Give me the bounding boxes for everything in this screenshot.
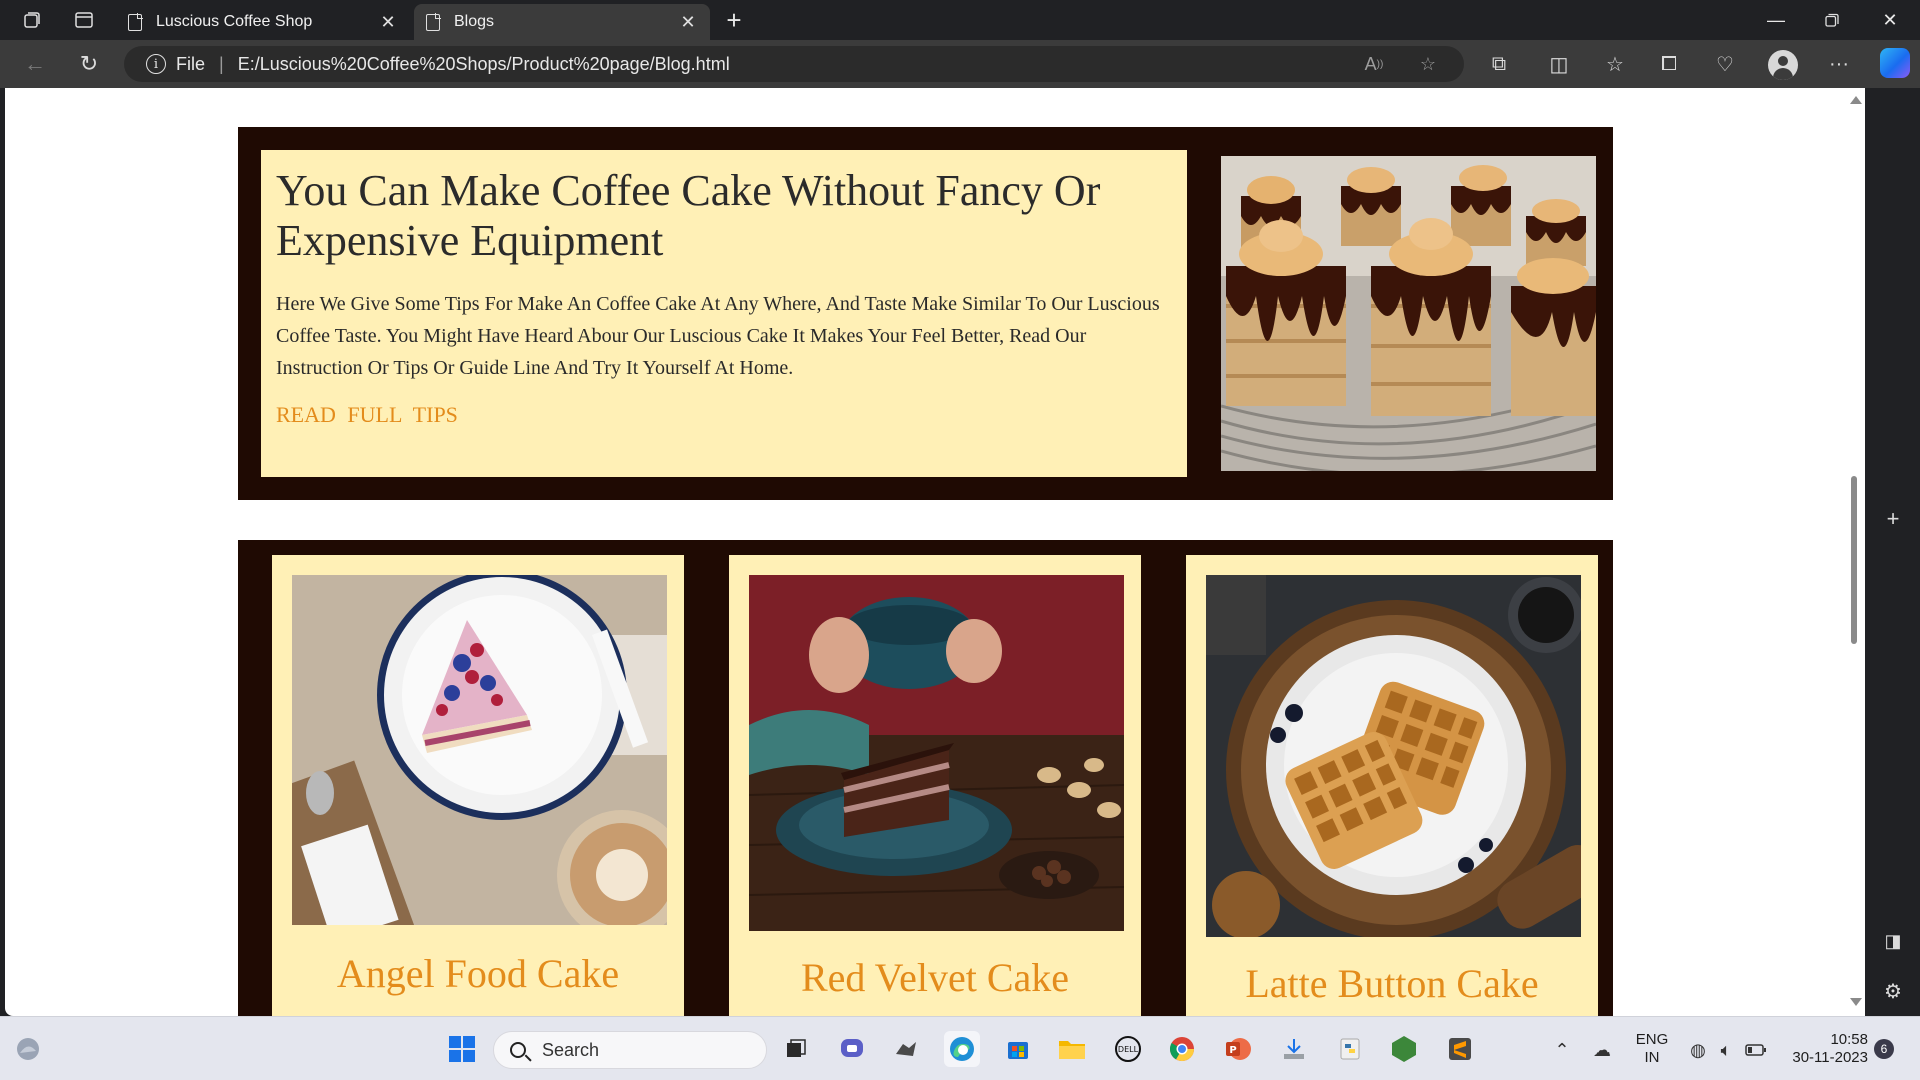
start-menu-icon[interactable]: [444, 1031, 480, 1067]
card-title[interactable]: Latte Button Cake: [1186, 960, 1598, 1007]
navigation-bar: ← ↻ i File | E:/Luscious%20Coffee%20Shop…: [0, 40, 1920, 88]
region-code: IN: [1644, 1049, 1660, 1066]
card-title[interactable]: Red Velvet Cake: [729, 954, 1141, 1001]
vertical-tabs-icon[interactable]: [72, 8, 96, 32]
refresh-icon[interactable]: ↻: [74, 50, 104, 78]
url-text[interactable]: E:/Luscious%20Coffee%20Shops/Product%20p…: [238, 54, 730, 75]
language-code: ENG: [1635, 1031, 1669, 1048]
add-sidebar-app-icon[interactable]: +: [1880, 506, 1906, 532]
clock-date: 30-11-2023: [1792, 1049, 1868, 1066]
blog-card-red-velvet-cake[interactable]: Red Velvet Cake: [729, 555, 1141, 1016]
favorite-star-icon[interactable]: ☆: [1414, 52, 1442, 76]
language-indicator[interactable]: ENG IN: [1630, 1031, 1674, 1067]
page-viewport: You Can Make Coffee Cake Without Fancy O…: [5, 88, 1865, 1016]
browser-essentials-icon[interactable]: ♡: [1710, 50, 1740, 78]
tab-title: Luscious Coffee Shop: [156, 13, 313, 30]
divider: |: [219, 53, 224, 74]
split-screen-icon[interactable]: ◫: [1544, 50, 1574, 78]
blog-card-latte-button-cake[interactable]: Latte Button Cake: [1186, 555, 1598, 1016]
latte-button-cake-image: [1206, 575, 1581, 937]
featured-blog-description: Here We Give Some Tips For Make An Coffe…: [276, 293, 1160, 379]
scroll-up-arrow-icon[interactable]: [1850, 96, 1862, 104]
browser-title-bar: Luscious Coffee Shop ✕ Blogs ✕ + — ✕: [0, 0, 1920, 40]
read-aloud-icon[interactable]: A)): [1360, 52, 1388, 76]
weather-widget-icon[interactable]: [10, 1031, 46, 1067]
extensions-icon[interactable]: ⧉: [1484, 50, 1514, 78]
document-icon: [426, 12, 441, 31]
teams-chat-icon[interactable]: [834, 1031, 870, 1067]
featured-blog-banner: You Can Make Coffee Cake Without Fancy O…: [238, 127, 1613, 500]
close-tab-icon[interactable]: ✕: [678, 12, 698, 33]
blog-card-angel-food-cake[interactable]: Angel Food Cake: [272, 555, 684, 1016]
volume-icon[interactable]: 🔈︎: [1714, 1039, 1738, 1061]
battery-icon[interactable]: [1744, 1039, 1768, 1061]
back-icon[interactable]: ←: [20, 50, 50, 78]
scroll-down-arrow-icon[interactable]: [1850, 998, 1862, 1006]
taskbar-search-box[interactable]: Search: [493, 1031, 767, 1069]
search-placeholder: Search: [542, 1039, 600, 1060]
downloads-icon[interactable]: [1276, 1031, 1312, 1067]
workspaces-icon[interactable]: [20, 8, 44, 32]
notification-count-badge[interactable]: 6: [1874, 1039, 1894, 1059]
tab-luscious-coffee-shop[interactable]: Luscious Coffee Shop ✕: [116, 4, 410, 40]
chrome-browser-icon[interactable]: [1164, 1031, 1200, 1067]
hide-sidebar-icon[interactable]: ◨: [1880, 928, 1906, 954]
scheme-label: File: [176, 53, 206, 74]
sidebar-settings-icon[interactable]: ⚙: [1880, 978, 1906, 1004]
python-app-icon[interactable]: [1332, 1031, 1368, 1067]
show-hidden-icons-icon[interactable]: ⌃: [1550, 1039, 1574, 1061]
address-bar[interactable]: i File | E:/Luscious%20Coffee%20Shops/Pr…: [124, 46, 1464, 82]
coffee-cake-image: [1221, 156, 1596, 471]
blog-cards-section: Angel Food Cake Red Velvet Cake Latte Bu…: [238, 540, 1613, 1016]
clock-time: 10:58: [1830, 1031, 1868, 1048]
file-explorer-icon[interactable]: [1054, 1031, 1090, 1067]
new-tab-icon[interactable]: +: [722, 5, 746, 35]
svg-text:P: P: [1229, 1045, 1236, 1056]
favorites-icon[interactable]: ☆: [1600, 50, 1630, 78]
svg-text:DELL: DELL: [1118, 1045, 1139, 1054]
dell-app-icon[interactable]: DELL: [1110, 1031, 1146, 1067]
windows-taskbar: Search DELL P ⌃ ☁ ENG IN ◍ 🔈︎ 10:58 30-1…: [0, 1016, 1920, 1080]
close-tab-icon[interactable]: ✕: [378, 12, 398, 33]
search-icon: [510, 1042, 526, 1058]
red-velvet-cake-image: [749, 575, 1124, 931]
more-options-icon[interactable]: ···: [1824, 50, 1854, 78]
copilot-icon[interactable]: [1880, 48, 1910, 78]
angel-food-cake-image: [292, 575, 667, 925]
featured-blog-title: You Can Make Coffee Cake Without Fancy O…: [276, 166, 1101, 265]
edge-sidebar: + ◨ ⚙: [1866, 88, 1920, 1016]
clock[interactable]: 10:58 30-11-2023: [1778, 1031, 1868, 1067]
network-globe-icon[interactable]: ◍: [1686, 1039, 1710, 1061]
featured-blog-text-panel: You Can Make Coffee Cake Without Fancy O…: [261, 150, 1187, 477]
scrollbar-thumb[interactable]: [1851, 476, 1857, 644]
info-icon[interactable]: i: [146, 54, 166, 74]
document-icon: [128, 12, 143, 31]
sublime-text-icon[interactable]: [1442, 1031, 1478, 1067]
close-window-icon[interactable]: ✕: [1870, 6, 1910, 34]
task-view-icon[interactable]: [778, 1031, 814, 1067]
minimize-icon[interactable]: —: [1756, 6, 1796, 34]
tab-title: Blogs: [454, 13, 495, 30]
restore-icon[interactable]: [1812, 6, 1852, 34]
edge-browser-icon[interactable]: [944, 1031, 980, 1067]
game-app-icon[interactable]: [888, 1031, 924, 1067]
tab-blogs[interactable]: Blogs ✕: [414, 4, 710, 40]
card-title[interactable]: Angel Food Cake: [272, 950, 684, 997]
microsoft-store-icon[interactable]: [1000, 1031, 1036, 1067]
nodejs-icon[interactable]: [1386, 1031, 1422, 1067]
read-full-tips-link[interactable]: READ FULL TIPS: [276, 402, 458, 428]
onedrive-offline-icon[interactable]: ☁: [1590, 1039, 1614, 1061]
profile-avatar[interactable]: [1768, 50, 1798, 80]
powerpoint-icon[interactable]: P: [1220, 1031, 1256, 1067]
collections-icon[interactable]: ⧠: [1654, 50, 1684, 78]
